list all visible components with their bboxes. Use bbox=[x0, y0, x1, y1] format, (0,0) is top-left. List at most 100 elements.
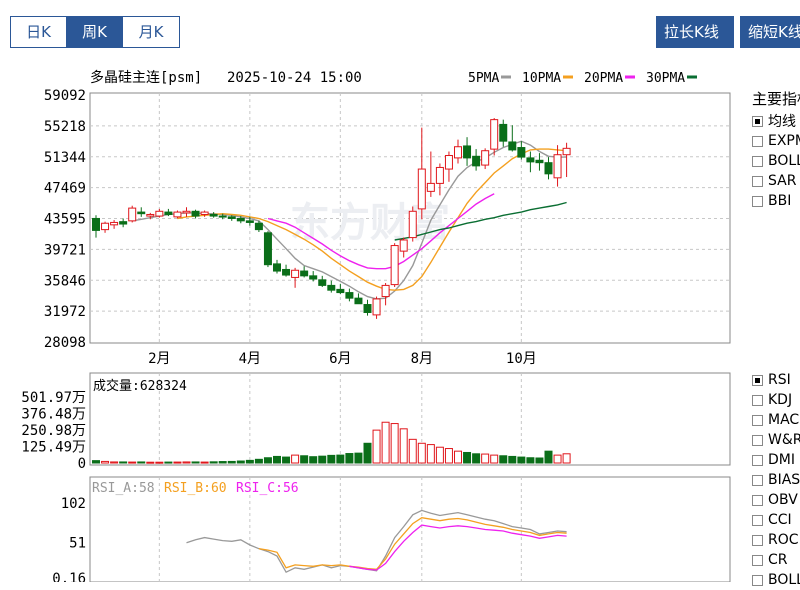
checkbox[interactable] bbox=[752, 454, 763, 466]
volume-bar bbox=[444, 448, 453, 464]
sub-indicator-option-macd[interactable]: MACD bbox=[752, 410, 800, 430]
chart-grid bbox=[90, 93, 730, 582]
candle-body-up bbox=[101, 222, 110, 231]
option-label: MACD bbox=[768, 412, 800, 428]
checkbox[interactable] bbox=[752, 175, 763, 187]
volume-bar bbox=[499, 455, 508, 464]
candle-body-down bbox=[273, 263, 281, 272]
sub-indicator-option-obv[interactable]: OBV bbox=[752, 490, 798, 510]
candle-body-down bbox=[318, 279, 327, 286]
main-indicator-option-boll[interactable]: BOLL bbox=[752, 151, 800, 171]
candle-body-down bbox=[245, 220, 254, 223]
candle bbox=[191, 209, 200, 219]
volume-bar bbox=[146, 461, 155, 464]
volume-bar bbox=[490, 454, 499, 464]
candle-body-up bbox=[390, 245, 399, 286]
candle bbox=[390, 243, 399, 287]
volume-bar bbox=[354, 452, 363, 464]
option-label: OBV bbox=[768, 492, 798, 508]
checkbox[interactable] bbox=[752, 434, 763, 446]
volume-bar bbox=[173, 461, 182, 464]
checkbox[interactable] bbox=[752, 474, 763, 486]
candle bbox=[499, 119, 508, 147]
price-tick-label: 47469 bbox=[44, 181, 86, 197]
checkbox[interactable] bbox=[752, 534, 763, 546]
candle-body-up bbox=[435, 166, 444, 184]
sub-indicator-option-rsi[interactable]: RSI bbox=[752, 370, 791, 390]
sub-indicator-option-kdj[interactable]: KDJ bbox=[752, 390, 792, 410]
legend-label: 5PMA bbox=[468, 71, 499, 86]
sub-indicator-option-boll[interactable]: BOLL bbox=[752, 570, 800, 590]
volume-bar bbox=[553, 454, 562, 464]
sub-indicator-option-roc[interactable]: ROC bbox=[752, 530, 799, 550]
candle-body-up bbox=[408, 210, 417, 239]
checkbox[interactable] bbox=[752, 554, 763, 566]
date-tick-label: 6月 bbox=[329, 351, 351, 367]
volume-bar bbox=[318, 455, 327, 464]
candle bbox=[517, 141, 526, 160]
option-label: SAR bbox=[768, 173, 797, 189]
option-label: KDJ bbox=[768, 392, 793, 408]
candle-body-down bbox=[92, 217, 100, 231]
candle-body-up bbox=[173, 211, 182, 218]
volume-bar bbox=[300, 455, 309, 464]
volume-bar bbox=[137, 461, 146, 464]
candle bbox=[490, 118, 499, 156]
volume-axis: 501.97万376.48万250.98万125.49万0 bbox=[21, 390, 86, 472]
candle bbox=[363, 299, 372, 316]
volume-bar bbox=[191, 461, 200, 464]
sub-indicator-option-cci[interactable]: CCI bbox=[752, 510, 792, 530]
checkbox[interactable] bbox=[752, 374, 763, 386]
candle bbox=[508, 125, 517, 152]
volume-bar bbox=[263, 457, 272, 464]
candle-body-up bbox=[291, 269, 300, 278]
candle-body-down bbox=[544, 162, 553, 175]
sub-indicator-option-bias[interactable]: BIAS bbox=[752, 470, 800, 490]
rsi-lines bbox=[186, 509, 567, 574]
sub-indicator-option-dmi[interactable]: DMI bbox=[752, 450, 795, 470]
checkbox[interactable] bbox=[752, 155, 763, 167]
volume-bar bbox=[101, 460, 110, 464]
main-indicator-option-sar[interactable]: SAR bbox=[752, 171, 796, 191]
rsi-line-rsi-b bbox=[258, 517, 567, 570]
candle bbox=[535, 153, 544, 171]
date-axis: 2月 4月 6月 8月 10月 bbox=[148, 351, 537, 367]
checkbox[interactable] bbox=[752, 135, 763, 147]
price-tick-label: 35846 bbox=[44, 273, 86, 289]
checkbox[interactable] bbox=[752, 494, 763, 506]
option-label: CR bbox=[768, 552, 788, 568]
candle-body-up bbox=[553, 154, 562, 179]
checkbox[interactable] bbox=[752, 414, 763, 426]
candle-body-down bbox=[218, 215, 227, 218]
candle bbox=[263, 231, 272, 268]
checkbox[interactable] bbox=[752, 394, 763, 406]
candle-body-down bbox=[236, 217, 245, 222]
candle-body-down bbox=[508, 141, 517, 151]
volume-bars bbox=[92, 421, 571, 464]
sub-indicator-option-cr[interactable]: CR bbox=[752, 550, 788, 570]
candle-body-up bbox=[182, 210, 191, 214]
price-tick-label: 59092 bbox=[44, 88, 86, 104]
checkbox[interactable] bbox=[752, 574, 763, 586]
candle-body-down bbox=[354, 297, 363, 305]
candle bbox=[426, 151, 435, 197]
main-indicator-option-expma[interactable]: EXPMA bbox=[752, 131, 800, 151]
checkbox[interactable] bbox=[752, 115, 763, 127]
sub-indicator-option-wr[interactable]: W&R bbox=[752, 430, 800, 450]
candle-body-down bbox=[472, 155, 481, 167]
candle bbox=[553, 145, 562, 187]
candle bbox=[209, 212, 218, 218]
candle-body-up bbox=[200, 211, 209, 215]
volume-bar bbox=[92, 460, 100, 464]
main-indicator-option-均线[interactable]: 均线 bbox=[752, 111, 796, 131]
candle bbox=[101, 221, 110, 233]
checkbox[interactable] bbox=[752, 195, 763, 207]
candle-body-up bbox=[417, 168, 426, 210]
candle-body-down bbox=[119, 221, 128, 225]
checkbox[interactable] bbox=[752, 514, 763, 526]
volume-bar bbox=[363, 442, 372, 464]
option-label: BIAS bbox=[768, 472, 800, 488]
kline-chart[interactable]: 东方财富 多晶硅主连[psm] 2025-10-24 15:00 5PMA 10P… bbox=[0, 0, 750, 582]
volume-bar bbox=[182, 461, 191, 464]
main-indicator-option-bbi[interactable]: BBI bbox=[752, 191, 791, 211]
